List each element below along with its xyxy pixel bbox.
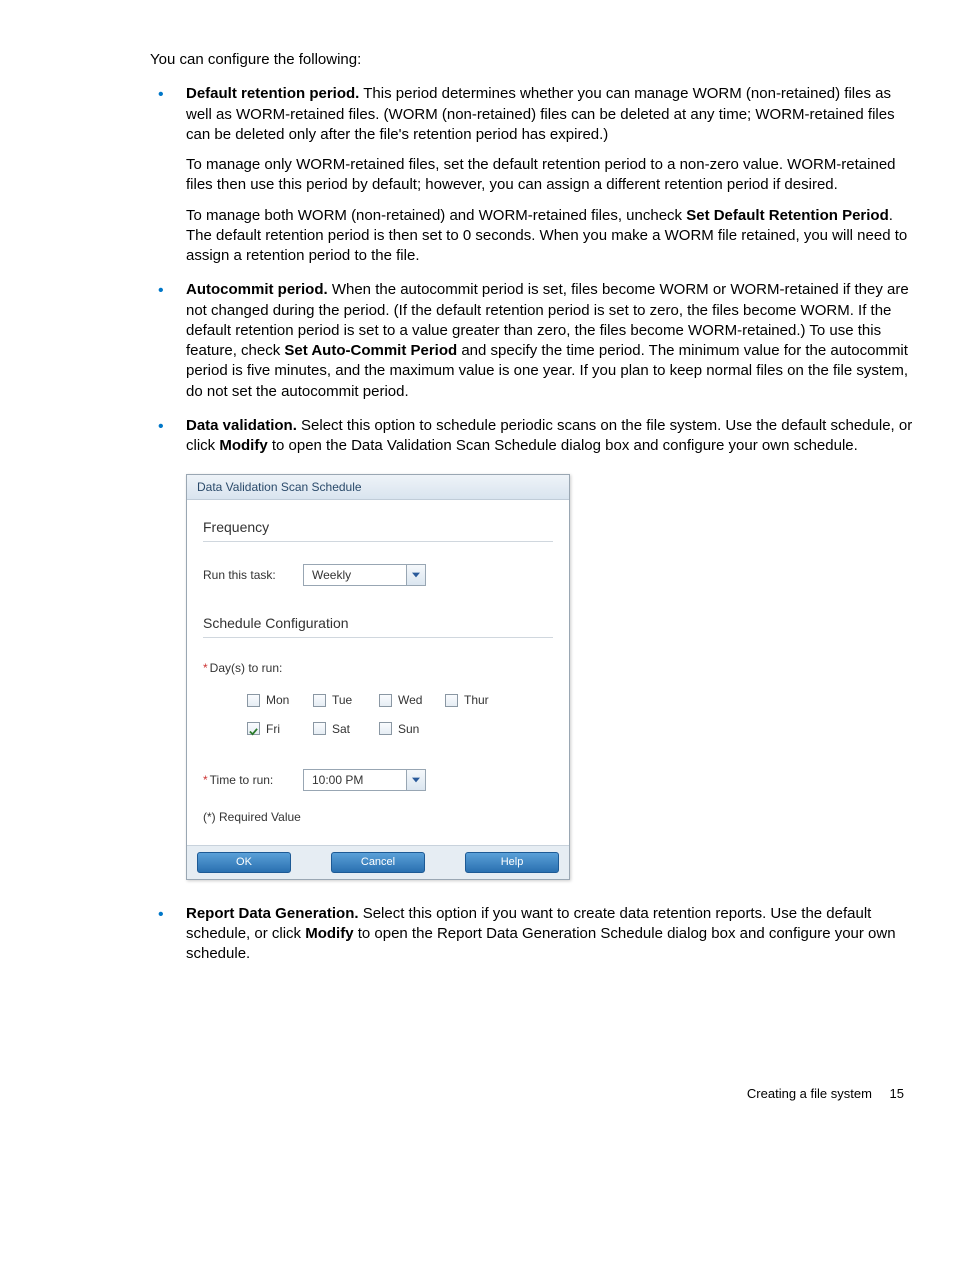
day-fri[interactable]: Fri <box>247 721 313 737</box>
body-text: To manage both WORM (non-retained) and W… <box>186 207 686 224</box>
dialog-screenshot: Data Validation Scan Schedule Frequency … <box>186 474 914 880</box>
checkbox-icon <box>247 722 260 735</box>
checkbox-icon <box>379 722 392 735</box>
required-note: (*) Required Value <box>203 809 553 825</box>
list-item: Data validation. Select this option to s… <box>150 416 914 880</box>
schedule-config-heading: Schedule Configuration <box>203 614 553 638</box>
footer-text: Creating a file system <box>747 1086 872 1101</box>
dropdown-value: Weekly <box>304 567 406 583</box>
time-to-run-dropdown[interactable]: 10:00 PM <box>303 769 426 791</box>
page-number: 15 <box>890 1086 904 1101</box>
list-item: Autocommit period. When the autocommit p… <box>150 280 914 402</box>
body-text: to open the Data Validation Scan Schedul… <box>268 437 858 454</box>
bullet-title: Report Data Generation. <box>186 905 359 922</box>
paragraph: To manage both WORM (non-retained) and W… <box>186 206 914 267</box>
chevron-down-icon <box>406 770 425 790</box>
bold-term: Set Auto-Commit Period <box>284 342 457 359</box>
paragraph: To manage only WORM-retained files, set … <box>186 155 914 196</box>
bold-term: Set Default Retention Period <box>686 207 889 224</box>
days-to-run-label: *Day(s) to run: <box>203 660 553 676</box>
day-sun[interactable]: Sun <box>379 721 445 737</box>
bullet-title: Autocommit period. <box>186 281 328 298</box>
dialog-button-bar: OK Cancel Help <box>187 845 569 879</box>
day-mon[interactable]: Mon <box>247 692 313 708</box>
required-asterisk: * <box>203 773 208 787</box>
bullet-title: Data validation. <box>186 417 297 434</box>
dropdown-value: 10:00 PM <box>304 772 406 788</box>
page-footer: Creating a file system 15 <box>150 1085 914 1103</box>
chevron-down-icon <box>406 565 425 585</box>
bullet-title: Default retention period. <box>186 85 359 102</box>
required-asterisk: * <box>203 661 208 675</box>
checkbox-icon <box>445 694 458 707</box>
days-grid: Mon Tue Wed Thur Fri Sat Sun <box>247 692 553 748</box>
ok-button[interactable]: OK <box>197 852 291 873</box>
config-list: Default retention period. This period de… <box>150 84 914 964</box>
dialog-title-bar: Data Validation Scan Schedule <box>187 475 569 500</box>
help-button[interactable]: Help <box>465 852 559 873</box>
data-validation-dialog: Data Validation Scan Schedule Frequency … <box>186 474 570 880</box>
day-thur[interactable]: Thur <box>445 692 511 708</box>
paragraph: Report Data Generation. Select this opti… <box>186 904 914 965</box>
day-wed[interactable]: Wed <box>379 692 445 708</box>
run-task-label: Run this task: <box>203 567 303 583</box>
intro-text: You can configure the following: <box>150 50 914 70</box>
bold-term: Modify <box>219 437 267 454</box>
frequency-heading: Frequency <box>203 518 553 542</box>
checkbox-icon <box>313 722 326 735</box>
day-sat[interactable]: Sat <box>313 721 379 737</box>
day-tue[interactable]: Tue <box>313 692 379 708</box>
list-item: Report Data Generation. Select this opti… <box>150 904 914 965</box>
paragraph: Data validation. Select this option to s… <box>186 416 914 457</box>
cancel-button[interactable]: Cancel <box>331 852 425 873</box>
time-to-run-label: *Time to run: <box>203 772 303 788</box>
checkbox-icon <box>247 694 260 707</box>
checkbox-icon <box>313 694 326 707</box>
paragraph: Default retention period. This period de… <box>186 84 914 145</box>
paragraph: Autocommit period. When the autocommit p… <box>186 280 914 402</box>
checkbox-icon <box>379 694 392 707</box>
bold-term: Modify <box>305 925 353 942</box>
list-item: Default retention period. This period de… <box>150 84 914 266</box>
run-task-dropdown[interactable]: Weekly <box>303 564 426 586</box>
